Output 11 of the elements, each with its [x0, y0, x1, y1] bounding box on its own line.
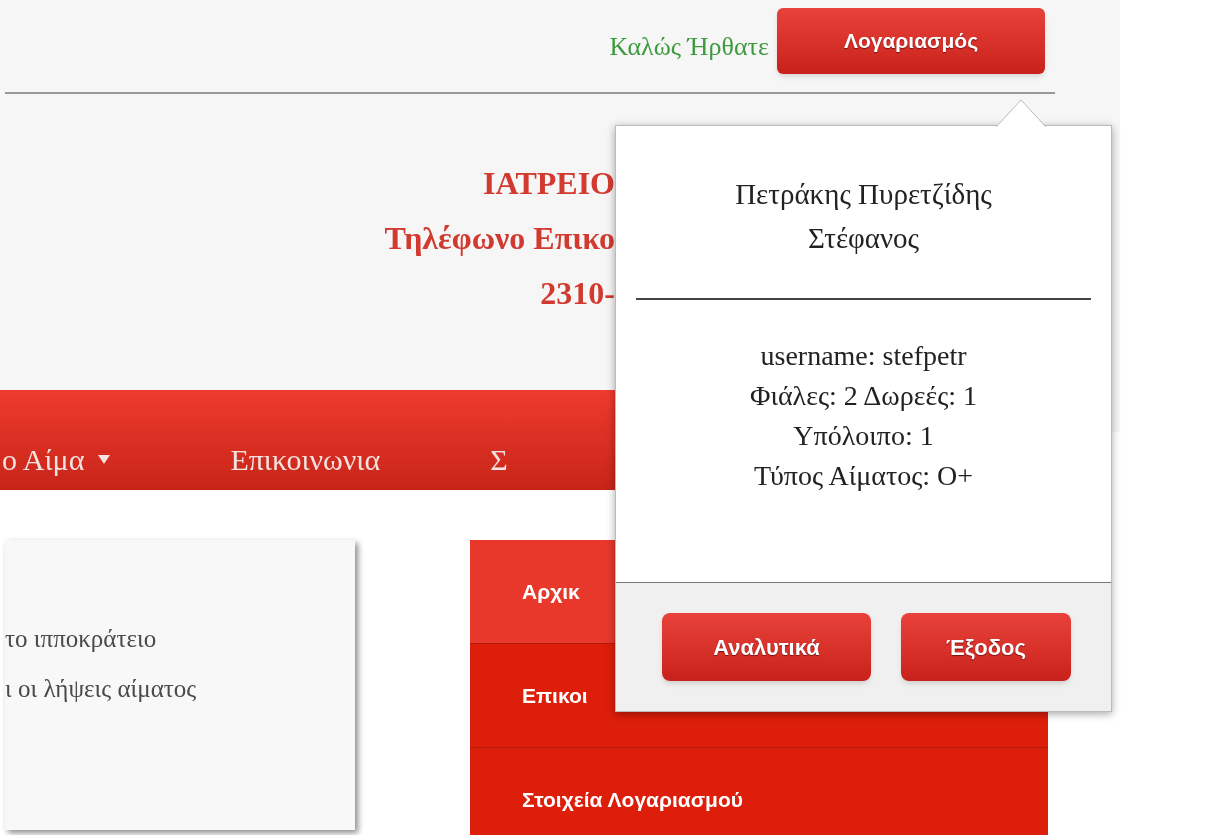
account-detail: username: stefpetr — [760, 339, 967, 373]
card-text: ι οι λήψεις αίματος — [5, 673, 197, 704]
account-detail: Υπόλοιπο: 1 — [793, 419, 934, 453]
card-text: το ιπποκράτειο — [5, 624, 157, 654]
account-detail: Τύπος Αίματος: O+ — [753, 459, 974, 493]
header-text: Τηλέφωνο Επικο — [384, 219, 615, 258]
clinic-title: ΙΑΤΡΕΙΟ — [482, 164, 615, 203]
header-text: 2310- — [540, 274, 615, 313]
account-detail: Φιάλες: 2 Δωρεές: 1 — [749, 379, 978, 413]
user-full-name: Πετράκης Πυρετζίδης Στέφανος — [734, 177, 993, 256]
welcome-text: Καλώς Ήρθατε — [609, 30, 769, 63]
